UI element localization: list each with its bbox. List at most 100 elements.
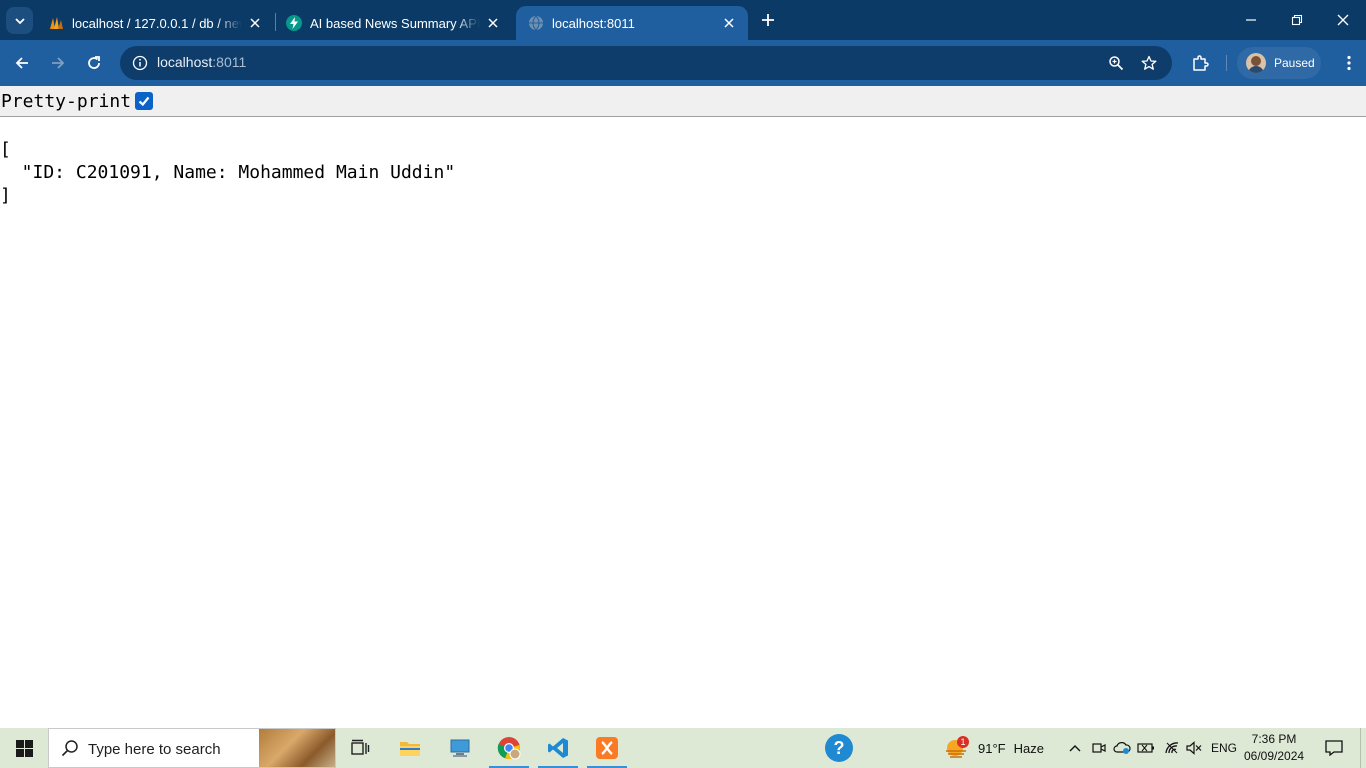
star-icon — [1141, 55, 1157, 70]
phpmyadmin-icon — [50, 17, 63, 29]
tab-phpmyadmin[interactable]: localhost / 127.0.0.1 / db / news — [36, 6, 274, 40]
zoom-icon — [1109, 56, 1124, 71]
minimize-icon — [1246, 19, 1256, 21]
search-placeholder: Type here to search — [88, 741, 221, 758]
extensions-button[interactable] — [1185, 48, 1215, 78]
toolbar-separator — [1226, 55, 1227, 71]
forward-arrow-icon — [52, 57, 65, 69]
get-help-button[interactable]: ? — [816, 728, 862, 768]
restore-button[interactable] — [1274, 0, 1320, 40]
chevron-up-icon — [1069, 745, 1081, 752]
reload-icon — [88, 56, 100, 69]
windows-taskbar: Type here to search ? 1 91°F Haze ENG 7:… — [0, 728, 1366, 768]
weather-badge: 1 — [957, 736, 969, 748]
json-response: [ "ID: C201091, Name: Mohammed Main Uddi… — [0, 138, 455, 207]
close-tab-icon[interactable] — [246, 14, 264, 32]
reload-button[interactable] — [79, 48, 109, 78]
pretty-print-bar: Pretty-print — [0, 86, 1366, 117]
help-icon: ? — [825, 734, 853, 762]
tab-title: localhost / 127.0.0.1 / db / news — [72, 15, 242, 31]
vscode-icon — [548, 738, 568, 758]
chrome-taskbar-button[interactable] — [486, 728, 532, 768]
url-port: :8011 — [212, 54, 247, 70]
pretty-print-checkbox[interactable] — [135, 92, 153, 110]
profile-status-label: Paused — [1274, 56, 1315, 70]
taskbar-clock[interactable]: 7:36 PM 06/09/2024 — [1244, 731, 1304, 765]
volume-button[interactable] — [1184, 728, 1204, 768]
avatar — [1246, 53, 1266, 73]
onedrive-sync-button[interactable] — [1112, 728, 1132, 768]
fastapi-icon — [286, 15, 302, 31]
close-icon — [1337, 14, 1349, 26]
windows-logo-icon — [15, 739, 33, 757]
site-info-button[interactable] — [128, 51, 152, 75]
notification-icon — [1325, 740, 1343, 756]
forward-button[interactable] — [43, 48, 73, 78]
new-tab-button[interactable] — [755, 7, 781, 33]
url-text: localhost:8011 — [157, 54, 246, 70]
checkmark-icon — [138, 96, 150, 107]
close-window-button[interactable] — [1320, 0, 1366, 40]
network-button[interactable] — [1161, 728, 1183, 768]
folder-icon — [400, 742, 420, 756]
weather-condition: Haze — [1013, 740, 1044, 756]
cloud-sync-icon — [1113, 742, 1131, 754]
show-hidden-icons-button[interactable] — [1064, 728, 1086, 768]
show-desktop-button[interactable] — [1360, 728, 1366, 768]
browser-toolbar: localhost:8011 Paused — [0, 40, 1366, 86]
bookmark-button[interactable] — [1137, 51, 1161, 75]
close-tab-icon[interactable] — [484, 14, 502, 32]
json-line: "ID: C201091, Name: Mohammed Main Uddin" — [0, 162, 456, 183]
task-view-button[interactable] — [337, 728, 383, 768]
chevron-down-icon — [14, 17, 25, 24]
address-bar[interactable]: localhost:8011 — [120, 46, 1172, 80]
zoom-button[interactable] — [1104, 51, 1128, 75]
wifi-icon — [1165, 742, 1179, 754]
this-pc-button[interactable] — [437, 728, 483, 768]
start-button[interactable] — [0, 728, 48, 768]
url-host: localhost — [157, 54, 213, 70]
search-highlight-image — [259, 729, 335, 767]
taskbar-search-box[interactable]: Type here to search — [48, 728, 336, 768]
clock-date: 06/09/2024 — [1244, 749, 1305, 763]
tab-fastapi[interactable]: AI based News Summary API - S — [274, 6, 512, 40]
volume-muted-icon — [1186, 741, 1202, 755]
tab-search-button[interactable] — [6, 7, 33, 34]
plus-icon — [762, 14, 774, 26]
back-arrow-icon — [15, 57, 28, 69]
close-tab-icon[interactable] — [720, 14, 738, 32]
svg-text:?: ? — [834, 738, 845, 758]
back-button[interactable] — [7, 48, 37, 78]
camera-icon — [1092, 743, 1106, 753]
json-line: [ — [0, 139, 11, 160]
vscode-taskbar-button[interactable] — [535, 728, 581, 768]
globe-icon — [529, 15, 543, 31]
tab-title: AI based News Summary API - S — [310, 15, 480, 31]
info-icon — [132, 55, 148, 71]
minimize-button[interactable] — [1228, 0, 1274, 40]
browser-menu-button[interactable] — [1334, 48, 1364, 78]
json-line: ] — [0, 185, 11, 206]
search-icon — [61, 740, 78, 757]
battery-button[interactable] — [1136, 728, 1156, 768]
profile-button[interactable]: Paused — [1237, 47, 1321, 79]
kebab-menu-icon — [1347, 55, 1351, 71]
tab-title: localhost:8011 — [552, 15, 635, 31]
computer-icon — [450, 739, 470, 757]
clock-time: 7:36 PM — [1251, 732, 1297, 746]
tab-strip: localhost / 127.0.0.1 / db / news AI bas… — [0, 0, 1366, 40]
tab-localhost-8011[interactable]: localhost:8011 — [516, 6, 748, 40]
puzzle-icon — [1193, 55, 1209, 71]
screen: localhost / 127.0.0.1 / db / news AI bas… — [0, 0, 1366, 768]
meet-now-button[interactable] — [1089, 728, 1109, 768]
xampp-icon — [596, 737, 618, 759]
xampp-taskbar-button[interactable] — [584, 728, 630, 768]
weather-widget[interactable]: 1 91°F Haze — [944, 728, 1056, 768]
input-language-button[interactable]: ENG — [1207, 728, 1241, 768]
pretty-print-label: Pretty-print — [1, 91, 132, 112]
battery-icon — [1137, 743, 1154, 753]
action-center-button[interactable] — [1316, 728, 1352, 768]
file-explorer-button[interactable] — [387, 728, 433, 768]
chrome-icon — [497, 737, 521, 760]
restore-icon — [1291, 14, 1303, 26]
